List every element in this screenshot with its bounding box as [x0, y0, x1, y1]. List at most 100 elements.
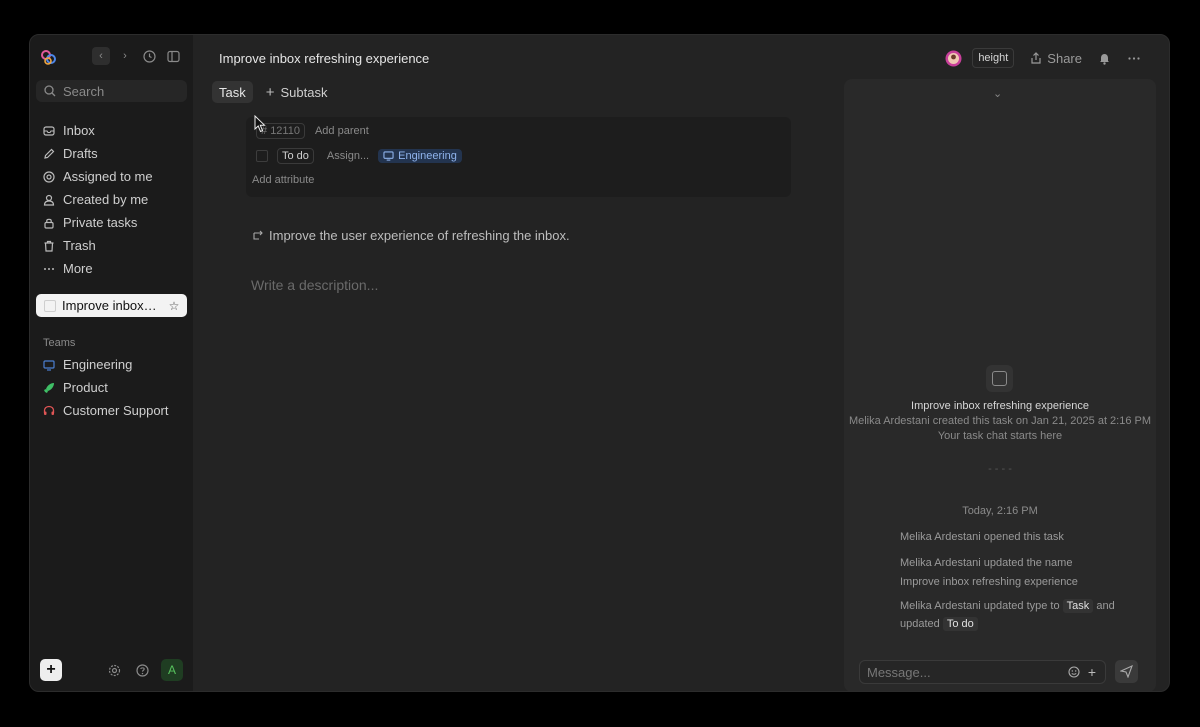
team-chip[interactable]: Engineering — [378, 149, 462, 163]
rocket-icon — [44, 382, 54, 393]
log-name-value: Improve inbox refreshing experience — [900, 576, 1078, 588]
team-chip-label: Engineering — [398, 150, 457, 162]
message-input[interactable]: Message... + — [859, 660, 1106, 684]
trash-icon — [44, 240, 54, 252]
settings-gear-icon[interactable] — [106, 662, 122, 678]
sidebar-item-inbox[interactable]: Inbox — [36, 119, 187, 142]
height-logo-icon[interactable] — [41, 48, 57, 66]
send-button[interactable] — [1115, 660, 1138, 683]
monitor-icon — [43, 359, 55, 371]
sidebar-footer: + A — [30, 651, 193, 691]
sidebar-item-label: Created by me — [63, 192, 149, 207]
task-chat-panel: ⌄ Improve inbox refreshing experience Me… — [844, 79, 1156, 691]
team-item-customer-support[interactable]: Customer Support — [36, 399, 187, 422]
sidebar-item-created[interactable]: Created by me — [36, 188, 187, 211]
sidebar-item-assigned[interactable]: Assigned to me — [36, 165, 187, 188]
log-status: updated To do — [900, 617, 978, 631]
message-placeholder: Message... — [867, 664, 931, 680]
inbox-icon — [43, 125, 55, 136]
share-icon — [1031, 52, 1041, 64]
lock-icon — [44, 218, 54, 229]
tab-subtask[interactable]: + Subtask — [259, 81, 335, 103]
chat-created-line: Melika Ardestani created this task on Ja… — [848, 415, 1152, 427]
share-label: Share — [1047, 50, 1082, 66]
mouse-cursor-icon — [254, 115, 266, 133]
forward-icon[interactable]: › — [116, 47, 134, 65]
emoji-icon[interactable] — [1068, 666, 1080, 678]
team-item-product[interactable]: Product — [36, 376, 187, 399]
chat-starts-here: Your task chat starts here — [937, 430, 1063, 442]
search-placeholder: Search — [63, 83, 105, 99]
sidebar-item-private[interactable]: Private tasks — [36, 211, 187, 234]
attributes-panel: # 12110 Add parent To do Assign... Engin… — [246, 117, 791, 197]
sidebar-item-label: Drafts — [63, 146, 98, 161]
bell-icon[interactable] — [1098, 52, 1111, 65]
team-label: Customer Support — [63, 403, 169, 418]
user-avatar[interactable]: A — [161, 659, 183, 681]
user-icon — [43, 194, 55, 206]
team-label: Product — [63, 380, 108, 395]
sidebar-item-trash[interactable]: Trash — [36, 234, 187, 257]
sidebar-item-label: Assigned to me — [63, 169, 153, 184]
sidebar-item-label: Trash — [63, 238, 96, 253]
chat-task-title: Improve inbox refreshing experience — [911, 400, 1089, 412]
summary-icon — [253, 230, 263, 240]
share-button[interactable]: Share — [1030, 51, 1082, 66]
current-task-title: Improve inbox refreshing experience — [62, 298, 160, 313]
task-square-icon — [986, 365, 1013, 392]
description-field[interactable]: Write a description... — [251, 277, 378, 293]
chat-divider: - - - - — [988, 463, 1012, 475]
teams-list: Engineering Product Customer Support — [36, 353, 187, 422]
task-id-value: 12110 — [270, 125, 300, 137]
log-type-prefix: Melika Ardestani updated type to — [900, 600, 1060, 612]
attach-plus-icon[interactable]: + — [1088, 664, 1096, 680]
header-actions: height Share — [945, 48, 1141, 68]
workspace-chip[interactable]: height — [972, 48, 1015, 68]
send-icon — [1120, 665, 1133, 678]
sidebar-item-label: Inbox — [63, 123, 95, 138]
log-and: and — [1096, 600, 1115, 612]
plus-icon: + — [265, 83, 275, 101]
task-checkbox[interactable] — [44, 299, 56, 312]
log-status-pill: To do — [942, 617, 978, 631]
app-window: ‹ › Search Inbox Drafts Assigned to me C… — [29, 34, 1170, 692]
sidebar-nav: Inbox Drafts Assigned to me Created by m… — [36, 119, 187, 280]
log-opened: Melika Ardestani opened this task — [900, 531, 1064, 543]
page-title: Improve inbox refreshing experience — [219, 51, 430, 66]
headset-icon — [43, 405, 55, 415]
search-icon — [44, 85, 56, 97]
sidebar-toggle-icon[interactable] — [164, 47, 182, 65]
sidebar: ‹ › Search Inbox Drafts Assigned to me C… — [30, 35, 193, 691]
status-checkbox[interactable] — [256, 150, 268, 162]
user-avatar-icon[interactable] — [945, 50, 962, 67]
log-name: Melika Ardestani updated the name — [900, 557, 1073, 569]
add-attribute-button[interactable]: Add attribute — [252, 174, 314, 186]
history-controls: ‹ › — [92, 47, 182, 65]
sidebar-item-label: Private tasks — [63, 215, 138, 230]
assignee-field[interactable]: Assign... — [327, 150, 369, 162]
more-icon — [44, 267, 54, 270]
new-task-button[interactable]: + — [40, 659, 62, 681]
monitor-icon — [383, 151, 394, 161]
chat-date: Today, 2:16 PM — [962, 505, 1038, 517]
status-chip[interactable]: To do — [277, 148, 314, 164]
star-icon[interactable]: ☆ — [166, 299, 182, 313]
sidebar-item-more[interactable]: More — [36, 257, 187, 280]
clock-icon[interactable] — [140, 47, 158, 65]
task-tabs: Task + Subtask — [212, 81, 334, 103]
sidebar-item-drafts[interactable]: Drafts — [36, 142, 187, 165]
log-type-pill: Task — [1062, 599, 1094, 613]
sidebar-current-task[interactable]: Improve inbox refreshing experience ☆ — [36, 294, 187, 317]
tab-task[interactable]: Task — [212, 81, 253, 103]
help-icon[interactable] — [134, 662, 150, 678]
chevron-down-icon[interactable]: ⌄ — [993, 87, 1002, 100]
log-updated: updated — [900, 618, 940, 630]
team-item-engineering[interactable]: Engineering — [36, 353, 187, 376]
tab-subtask-label: Subtask — [280, 84, 328, 100]
back-icon[interactable]: ‹ — [92, 47, 110, 65]
sidebar-item-label: More — [63, 261, 93, 276]
search-input[interactable]: Search — [36, 80, 187, 102]
task-summary[interactable]: Improve the user experience of refreshin… — [253, 228, 570, 243]
add-parent-button[interactable]: Add parent — [315, 125, 369, 137]
more-options-icon[interactable] — [1127, 52, 1141, 65]
